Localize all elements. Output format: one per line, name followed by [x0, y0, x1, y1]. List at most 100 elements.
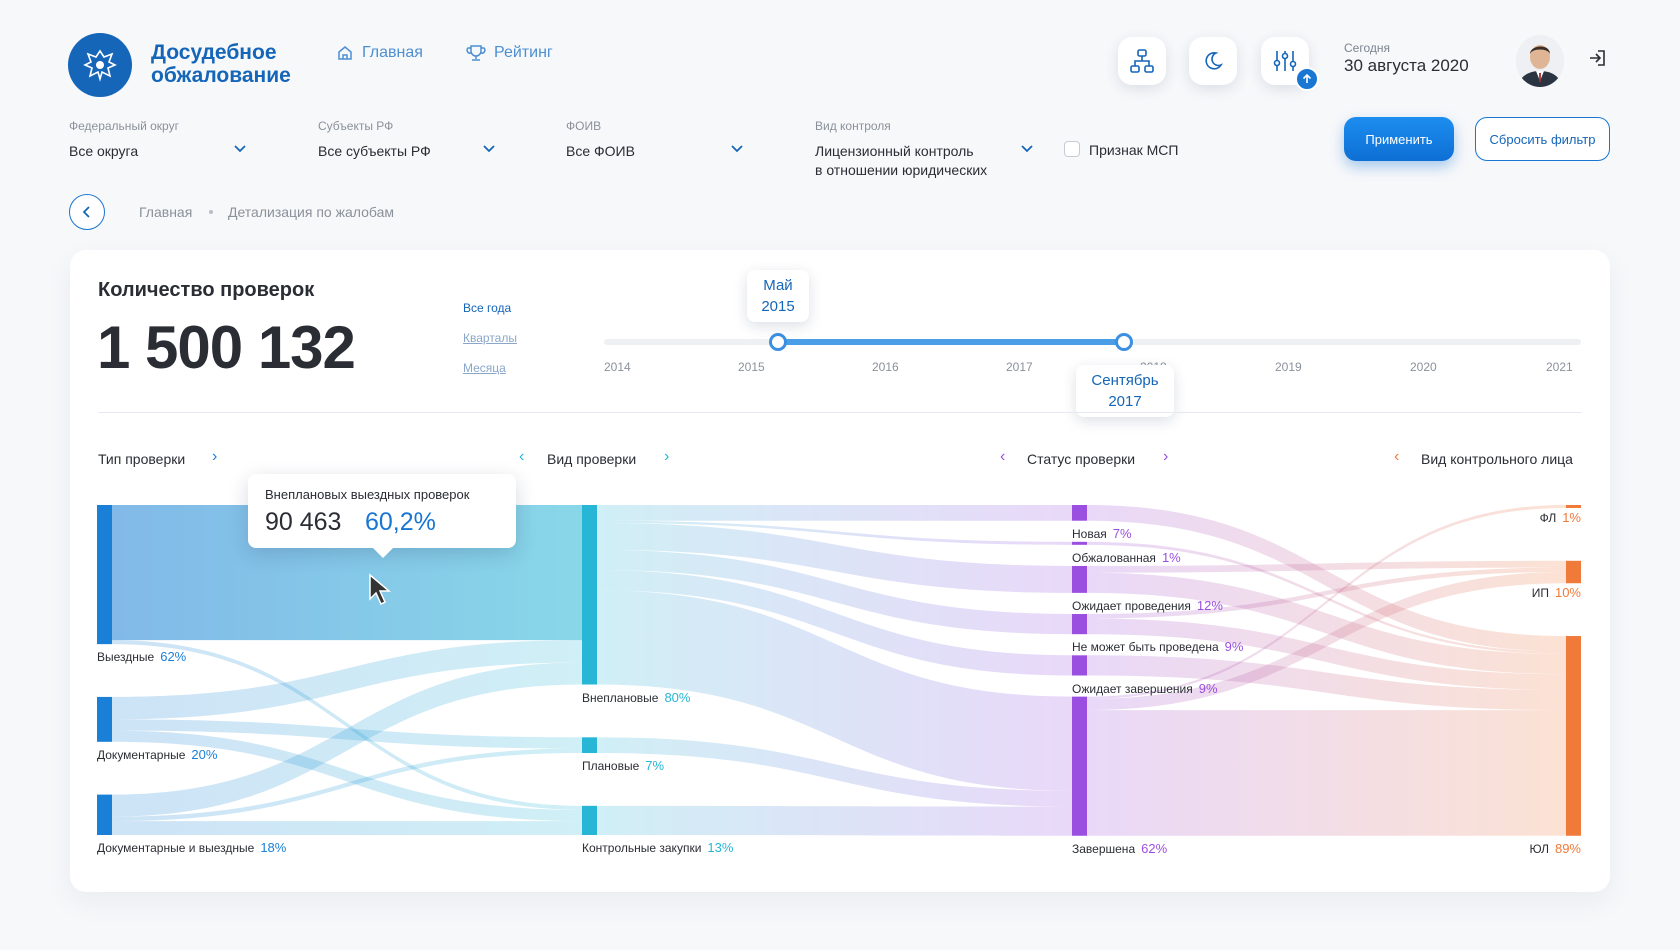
column-kind: Вид проверки	[547, 451, 637, 467]
logout-button[interactable]	[1587, 48, 1607, 73]
timeline-selected-range	[778, 339, 1124, 345]
range-end-bubble: Сентябрь 2017	[1076, 365, 1174, 417]
node-name: Выездные	[97, 650, 155, 665]
period-all-years[interactable]: Все года	[463, 301, 511, 315]
range-end-month: Сентябрь	[1091, 372, 1159, 389]
node-percent: 62%	[160, 649, 187, 665]
nav-home-label: Главная	[362, 44, 423, 61]
node-percent: 9%	[1198, 680, 1218, 696]
node-name: Внеплановые	[582, 690, 659, 705]
node-name: Завершена	[1072, 841, 1136, 856]
node-name: ФЛ	[1539, 511, 1557, 525]
year-tick: 2021	[1546, 360, 1573, 374]
chevron-right-icon[interactable]: ›	[664, 448, 669, 466]
nav-home[interactable]: Главная	[336, 44, 423, 62]
year-tick: 2014	[604, 360, 631, 374]
hierarchy-icon	[1130, 49, 1154, 73]
structure-button[interactable]	[1118, 37, 1166, 85]
user-photo-icon	[1516, 35, 1564, 87]
emblem-logo[interactable]	[68, 33, 132, 97]
chevron-down-icon[interactable]	[1021, 145, 1033, 153]
brand-line-1: Досудебное	[151, 41, 277, 64]
node-percent: 1%	[1161, 549, 1181, 565]
sankey-node-label: Новая 7%	[1072, 526, 1132, 541]
column-type: Тип проверки	[98, 451, 186, 467]
node-percent: 13%	[707, 840, 734, 855]
node-percent: 7%	[1112, 525, 1132, 541]
node-percent: 80%	[664, 689, 691, 705]
node-percent: 9%	[1224, 639, 1244, 655]
breadcrumb-home[interactable]: Главная	[139, 204, 192, 220]
column-person: Вид контрольного лица	[1421, 451, 1573, 467]
district-label: Федеральный округ	[69, 119, 179, 133]
subjects-label: Субъекты РФ	[318, 119, 394, 133]
upload-badge[interactable]	[1295, 67, 1319, 91]
msp-checkbox[interactable]	[1064, 141, 1080, 157]
node-name: ИП	[1531, 586, 1549, 601]
chevron-down-icon[interactable]	[731, 145, 743, 153]
chevron-left-icon[interactable]: ‹	[519, 448, 524, 466]
range-end-handle[interactable]	[1115, 333, 1133, 351]
chevron-left-icon[interactable]: ‹	[1394, 448, 1399, 466]
brand-title[interactable]: Досудебное обжалование	[151, 41, 291, 87]
node-percent: 1%	[1562, 510, 1581, 525]
period-quarters[interactable]: Кварталы	[463, 331, 517, 345]
subjects-select[interactable]: Все субъекты РФ	[318, 142, 431, 161]
range-end-year: 2017	[1108, 393, 1142, 410]
home-icon	[338, 46, 352, 60]
year-tick: 2019	[1275, 360, 1302, 374]
node-name: Плановые	[582, 759, 640, 774]
sankey-node-label: ФЛ 1%	[1540, 510, 1581, 525]
tooltip-percent: 60,2%	[365, 508, 436, 536]
foiv-label: ФОИВ	[566, 119, 602, 133]
sankey-node-label: ЮЛ 89%	[1530, 841, 1582, 856]
sankey-node-label: Документарные 20%	[97, 747, 217, 762]
nav-rating[interactable]: Рейтинг	[466, 44, 553, 62]
apply-button[interactable]: Применить	[1344, 117, 1454, 161]
tooltip-pointer	[371, 546, 395, 558]
mouse-cursor-icon	[369, 573, 392, 606]
control-value-line-2: в отношении юридических	[815, 162, 988, 178]
node-name: Документарные и выездные	[97, 841, 255, 855]
node-percent: 89%	[1554, 840, 1581, 856]
control-label: Вид контроля	[815, 119, 891, 133]
dark-mode-button[interactable]	[1189, 37, 1237, 85]
range-start-handle[interactable]	[769, 333, 787, 351]
control-value-line-1: Лицензионный контроль	[815, 143, 974, 159]
node-name: Контрольные закупки	[582, 841, 702, 855]
node-name: Не может быть проведена	[1072, 640, 1219, 655]
district-select[interactable]: Все округа	[69, 142, 138, 161]
chevron-left-icon	[82, 206, 90, 218]
back-button[interactable]	[69, 194, 105, 230]
node-name: Ожидает завершения	[1072, 681, 1193, 696]
sankey-node-label: Не может быть проведена 9%	[1072, 639, 1243, 654]
foiv-select[interactable]: Все ФОИВ	[566, 142, 635, 161]
avatar[interactable]	[1516, 35, 1564, 87]
year-tick: 2020	[1410, 360, 1437, 374]
node-name: ЮЛ	[1529, 841, 1549, 856]
sankey-node-label: Документарные и выездные 18%	[97, 840, 286, 855]
today-date: 30 августа 2020	[1344, 56, 1469, 75]
divider	[98, 412, 1582, 413]
chevron-right-icon[interactable]: ›	[1163, 448, 1168, 466]
brand-line-2: обжалование	[151, 64, 291, 87]
total-checks-value: 1 500 132	[97, 314, 356, 381]
sankey-node-label: Ожидает проведения 12%	[1072, 598, 1223, 613]
tooltip-count: 90 463	[265, 508, 342, 536]
node-percent: 7%	[645, 758, 665, 774]
year-tick: 2016	[872, 360, 899, 374]
chevron-right-icon[interactable]: ›	[212, 448, 217, 466]
sankey-node-label: Обжалованная 1%	[1072, 550, 1181, 565]
trophy-icon	[466, 45, 486, 61]
node-name: Документарные	[97, 747, 186, 762]
control-select[interactable]: Лицензионный контроль в отношении юридич…	[815, 142, 987, 180]
reset-filter-button[interactable]: Сбросить фильтр	[1475, 117, 1610, 161]
chevron-left-icon[interactable]: ‹	[1000, 448, 1005, 466]
chevron-down-icon[interactable]	[483, 145, 495, 153]
range-start-month: Май	[763, 277, 793, 294]
period-months[interactable]: Месяца	[463, 361, 506, 375]
sankey-node-label: Внеплановые 80%	[582, 690, 690, 705]
chevron-down-icon[interactable]	[234, 145, 246, 153]
sankey-node-label: Плановые 7%	[582, 758, 664, 773]
sankey-node-label: Контрольные закупки 13%	[582, 840, 733, 855]
